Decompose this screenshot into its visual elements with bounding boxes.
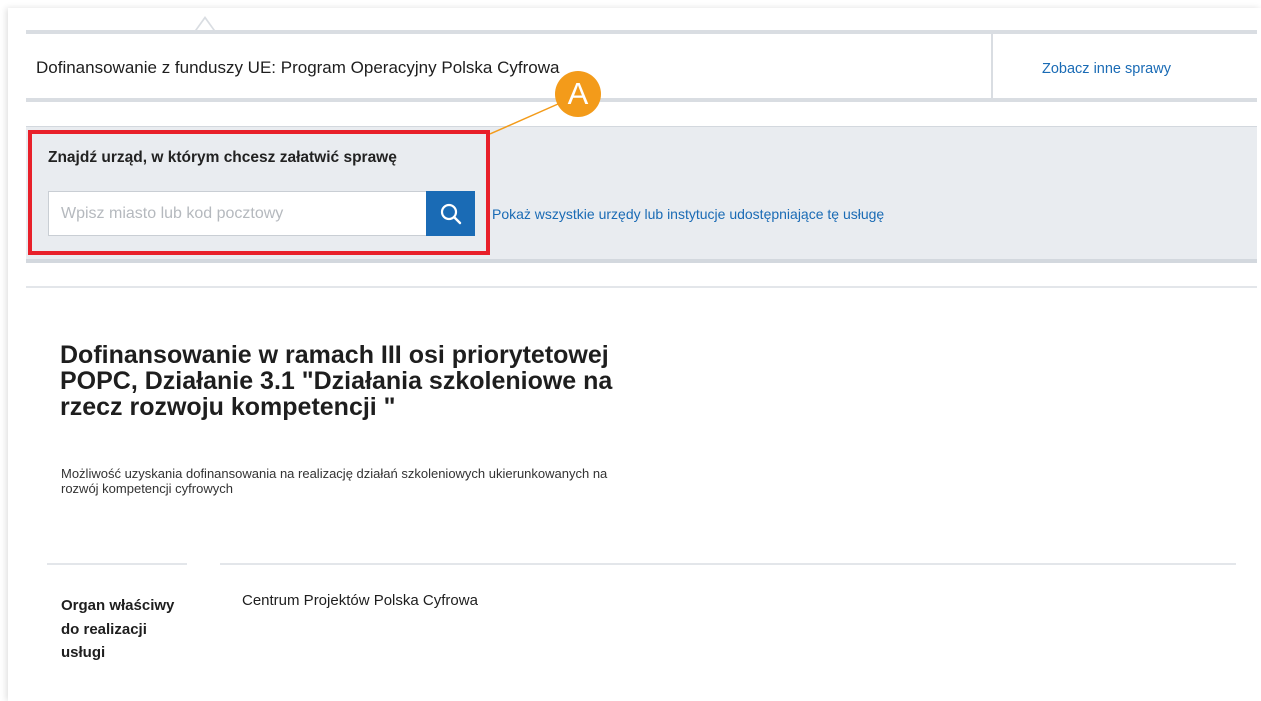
details-label-competent-authority: Organ właściwy do realizacji usługi: [61, 597, 175, 661]
other-cases-link[interactable]: Zobacz inne sprawy: [1042, 61, 1171, 77]
service-description: Możliwość uzyskania dofinansowania na re…: [61, 466, 608, 496]
details-value-competent-authority: Centrum Projektów Polska Cyfrowa: [242, 592, 478, 609]
service-title: Dofinansowanie w ramach III osi prioryte…: [60, 341, 613, 421]
details-row-divider-right: [220, 563, 1236, 565]
case-header-divider: [991, 34, 993, 98]
details-row-divider-left: [47, 563, 187, 565]
case-title: Dofinansowanie z funduszy UE: Program Op…: [36, 58, 560, 77]
section-divider: [26, 286, 1257, 288]
annotation-highlight-box: [28, 130, 490, 255]
case-header-bar: Dofinansowanie z funduszy UE: Program Op…: [26, 30, 1257, 102]
all-offices-link[interactable]: Pokaż wszystkie urzędy lub instytucje ud…: [492, 206, 884, 222]
annotation-marker-a: A: [555, 71, 601, 117]
dropdown-caret: [195, 16, 215, 30]
